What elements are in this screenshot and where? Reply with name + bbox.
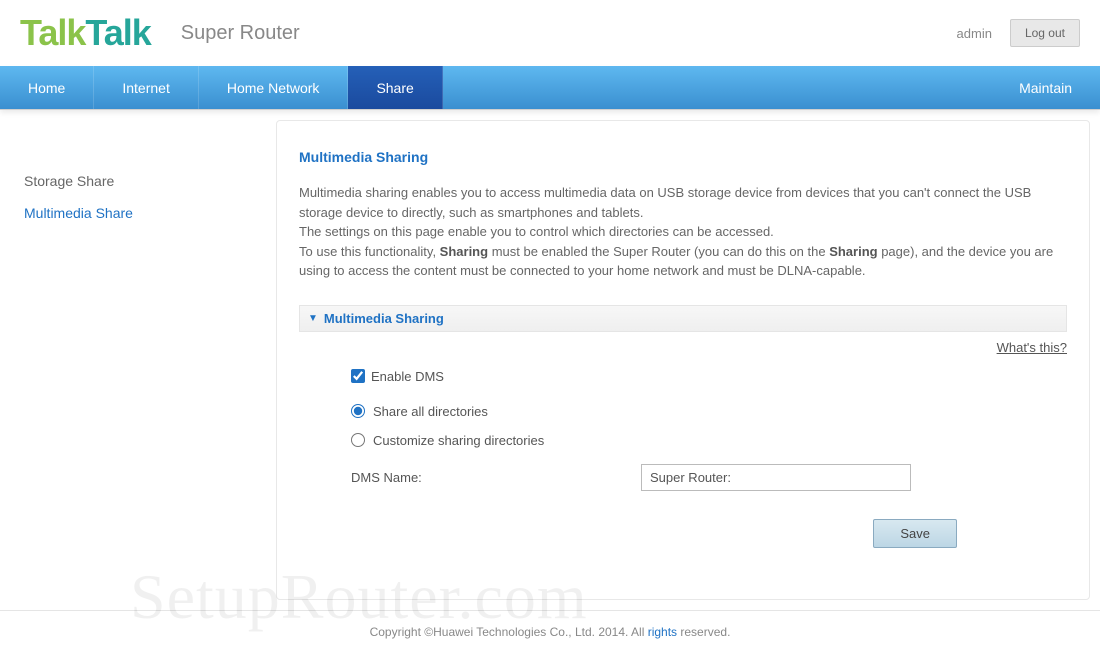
- logo-text-2: Talk: [85, 12, 150, 54]
- enable-dms-label: Enable DMS: [371, 369, 444, 384]
- brand-logo: Talk Talk: [20, 12, 151, 54]
- footer-text-a: Copyright ©Huawei Technologies Co., Ltd.…: [370, 625, 648, 639]
- collapsible-title: Multimedia Sharing: [324, 311, 444, 326]
- share-all-label: Share all directories: [373, 404, 488, 419]
- desc-line-2: The settings on this page enable you to …: [299, 224, 774, 239]
- customize-radio[interactable]: [351, 433, 365, 447]
- nav-home[interactable]: Home: [0, 66, 94, 109]
- logo-text-1: Talk: [20, 12, 85, 54]
- share-all-radio[interactable]: [351, 404, 365, 418]
- save-button[interactable]: Save: [873, 519, 957, 548]
- collapsible-header[interactable]: ▼ Multimedia Sharing: [299, 305, 1067, 332]
- description-text: Multimedia sharing enables you to access…: [299, 183, 1067, 281]
- footer: Copyright ©Huawei Technologies Co., Ltd.…: [0, 610, 1100, 653]
- nav-maintain[interactable]: Maintain: [991, 66, 1100, 109]
- product-name: Super Router: [181, 22, 300, 45]
- sidebar-item-storage-share[interactable]: Storage Share: [24, 165, 276, 197]
- customize-label: Customize sharing directories: [373, 433, 544, 448]
- desc-line-1: Multimedia sharing enables you to access…: [299, 185, 1031, 220]
- desc-line-3a: To use this functionality,: [299, 244, 440, 259]
- nav-spacer: [443, 66, 991, 109]
- form-area: Enable DMS Share all directories Customi…: [299, 369, 1067, 548]
- dms-name-input[interactable]: [641, 464, 911, 491]
- nav-share[interactable]: Share: [348, 66, 442, 109]
- chevron-down-icon: ▼: [308, 313, 318, 324]
- main-nav: Home Internet Home Network Share Maintai…: [0, 66, 1100, 110]
- main-panel: Multimedia Sharing Multimedia sharing en…: [276, 120, 1090, 600]
- footer-text-b: reserved.: [677, 625, 730, 639]
- sidebar: Storage Share Multimedia Share: [6, 120, 276, 600]
- nav-home-network[interactable]: Home Network: [199, 66, 349, 109]
- sidebar-item-multimedia-share[interactable]: Multimedia Share: [24, 197, 276, 229]
- desc-bold-2: Sharing: [829, 244, 877, 259]
- header: Talk Talk Super Router admin Log out: [0, 0, 1100, 66]
- desc-bold-1: Sharing: [440, 244, 488, 259]
- current-user: admin: [957, 26, 992, 41]
- enable-dms-checkbox[interactable]: [351, 369, 365, 383]
- dms-name-label: DMS Name:: [351, 470, 641, 485]
- logout-button[interactable]: Log out: [1010, 19, 1080, 47]
- desc-line-3b: must be enabled the Super Router (you ca…: [488, 244, 829, 259]
- footer-rights-link[interactable]: rights: [648, 625, 677, 639]
- whats-this-link[interactable]: What's this?: [997, 340, 1067, 355]
- nav-internet[interactable]: Internet: [94, 66, 198, 109]
- page-title: Multimedia Sharing: [299, 149, 1067, 165]
